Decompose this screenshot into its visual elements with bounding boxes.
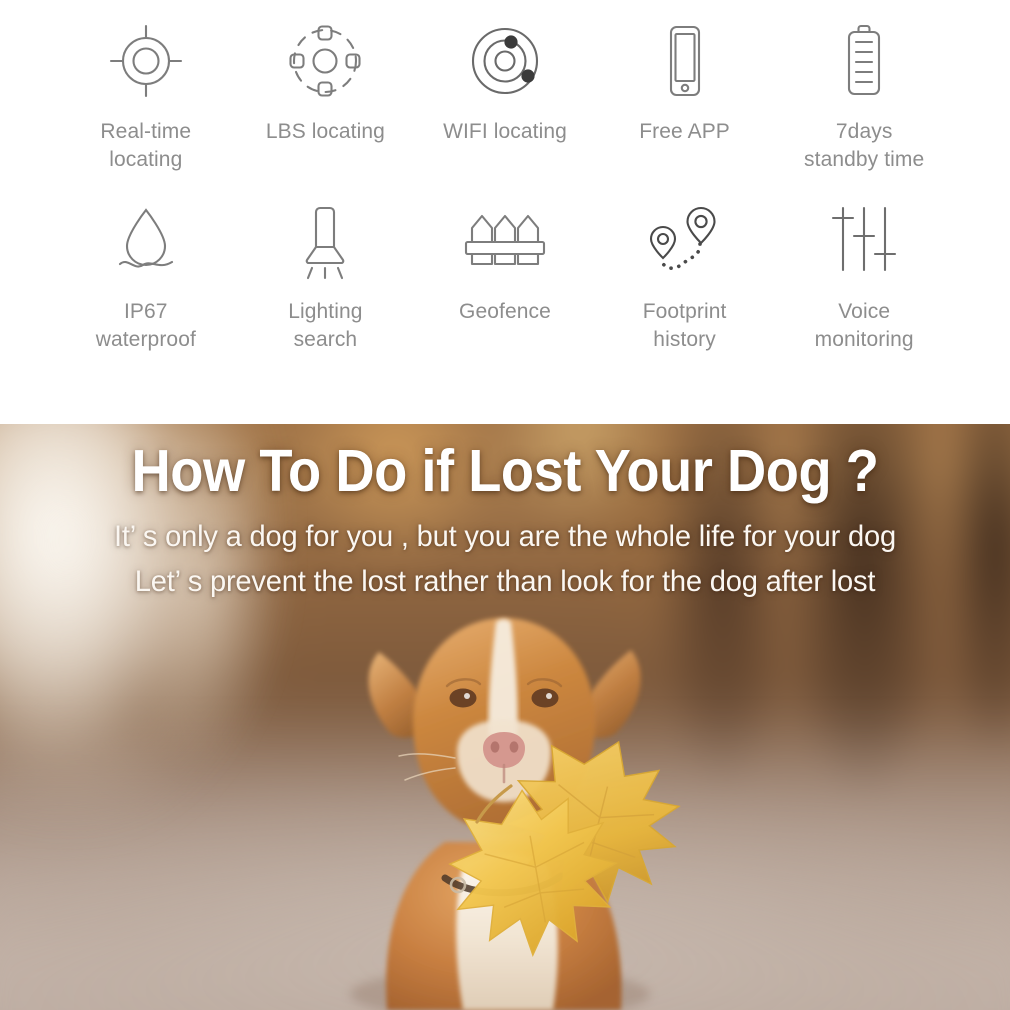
map-pin-route-icon — [643, 198, 727, 284]
fence-icon — [460, 198, 550, 284]
dog-right-eye — [531, 688, 559, 708]
feature-label: Footprint history — [642, 300, 727, 351]
feature-label: WIFI locating — [443, 120, 567, 143]
dog-illustration — [350, 618, 681, 1010]
equalizer-slider-icon — [825, 198, 903, 284]
hero-headline: How To Do if Lost Your Dog ? — [131, 438, 879, 504]
feature-voice-monitoring: Voice monitoring — [774, 198, 954, 353]
feature-footprint-history: Footprint history — [595, 198, 775, 353]
feature-label: Geofence — [459, 300, 551, 323]
feature-label: LBS locating — [265, 120, 385, 143]
feature-free-app: Free APP — [595, 18, 775, 146]
dog-left-eye — [449, 688, 477, 708]
feature-lighting-search: Lighting search — [236, 198, 416, 353]
feature-ip67-waterproof: IP67 waterproof — [56, 198, 236, 353]
dog-holding-maple-leaves-photo — [295, 602, 725, 1010]
dog-nose — [483, 732, 525, 768]
feature-row-2: IP67 waterproof Lighting search Geofence… — [56, 196, 954, 386]
feature-list-panel: Real-time locating LBS locating WIFI loc… — [0, 0, 1010, 424]
hero-subtitle-line-2: Let’ s prevent the lost rather than look… — [134, 565, 876, 599]
feature-label: Lighting search — [288, 300, 363, 351]
lbs-network-icon — [286, 18, 364, 104]
feature-label: Real-time locating — [100, 120, 192, 171]
feature-label: Free APP — [639, 120, 730, 143]
smartphone-icon — [646, 18, 724, 104]
feature-standby-time: 7days standby time — [774, 18, 954, 173]
feature-lbs-locating: LBS locating — [236, 18, 416, 146]
hero-subtitle-line-1: It’ s only a dog for you , but you are t… — [113, 519, 896, 553]
feature-geofence: Geofence — [415, 198, 595, 326]
hero-text-block: How To Do if Lost Your Dog ? It’ s only … — [0, 440, 1010, 602]
feature-wifi-locating: WIFI locating — [415, 18, 595, 146]
feature-real-time-locating: Real-time locating — [56, 18, 236, 173]
wifi-orbit-icon — [466, 18, 544, 104]
hero-photo-section: How To Do if Lost Your Dog ? It’ s only … — [0, 424, 1010, 1010]
crosshair-target-icon — [107, 18, 185, 104]
battery-icon — [825, 18, 903, 104]
feature-label: IP67 waterproof — [95, 300, 196, 351]
feature-row-1: Real-time locating LBS locating WIFI loc… — [56, 18, 954, 196]
flashlight-icon — [286, 198, 364, 284]
product-feature-banner: Real-time locating LBS locating WIFI loc… — [0, 0, 1010, 1010]
water-drop-icon — [107, 198, 185, 284]
feature-label: 7days standby time — [804, 120, 925, 171]
feature-label: Voice monitoring — [814, 300, 914, 351]
